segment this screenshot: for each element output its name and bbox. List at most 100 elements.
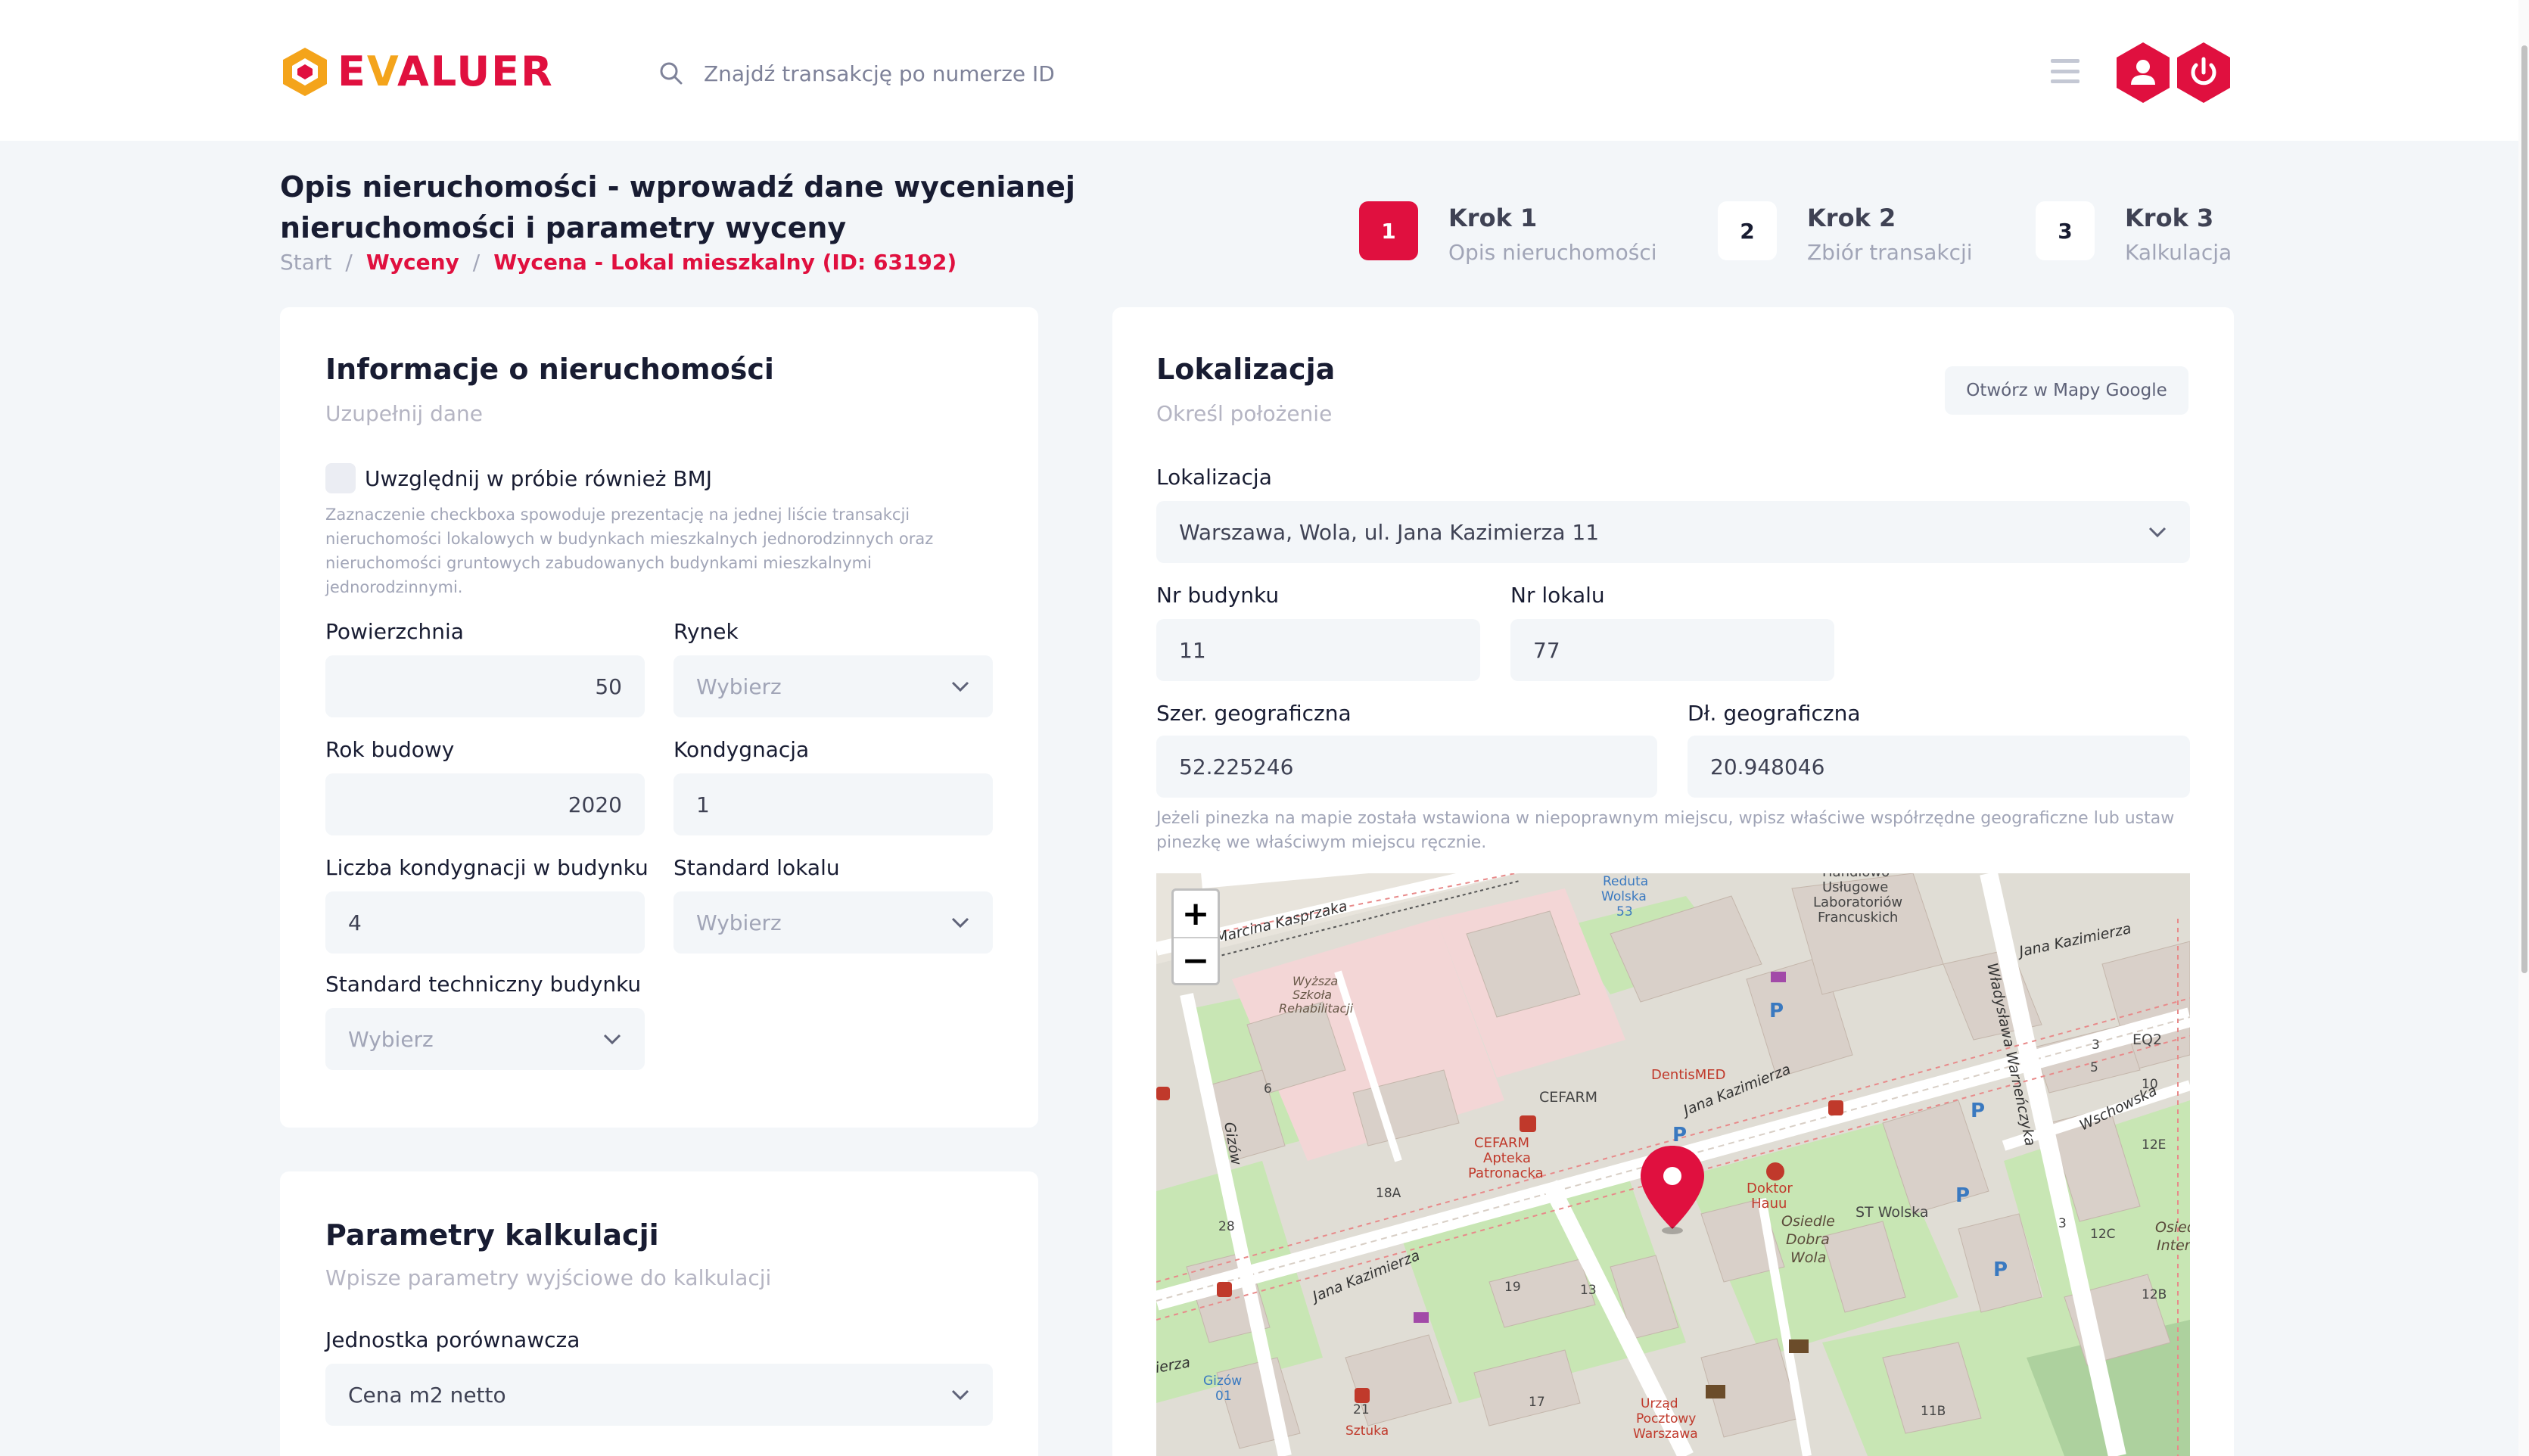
- svg-text:EQ2: EQ2: [2132, 1031, 2162, 1048]
- year-value: 2020: [568, 792, 622, 817]
- svg-text:Patronacka: Patronacka: [1468, 1165, 1544, 1181]
- step-3-subtitle: Kalkulacja: [2125, 240, 2232, 265]
- property-info-subtitle: Uzupełnij dane: [325, 401, 484, 426]
- svg-text:5: 5: [2090, 1060, 2098, 1075]
- floors-count-input[interactable]: 4: [325, 891, 645, 954]
- map-zoom-control: + −: [1171, 888, 1220, 985]
- unit-number-value: 77: [1533, 637, 1560, 663]
- longitude-value: 20.948046: [1710, 754, 1825, 779]
- svg-text:01: 01: [1215, 1389, 1232, 1404]
- step-2-title: Krok 2: [1807, 204, 1896, 232]
- svg-text:12B: 12B: [2142, 1287, 2167, 1302]
- location-select[interactable]: Warszawa, Wola, ul. Jana Kazimierza 11: [1156, 501, 2190, 563]
- logo[interactable]: EVALUER: [280, 45, 554, 98]
- svg-text:Osiedle: Osiedle: [1781, 1213, 1835, 1230]
- svg-text:Pocztowy: Pocztowy: [1636, 1411, 1696, 1426]
- calc-params-subtitle: Wpisze parametry wyjściowe do kalkulacji: [325, 1265, 772, 1290]
- standard-value: Wybierz: [696, 910, 782, 935]
- breadcrumb-current[interactable]: Wycena - Lokal mieszkalny (ID: 63192): [493, 250, 957, 275]
- latitude-label: Szer. geograficzna: [1156, 701, 1352, 726]
- step-1-subtitle: Opis nieruchomości: [1448, 240, 1657, 265]
- breadcrumb-valuations[interactable]: Wyceny: [366, 250, 459, 275]
- standard-select[interactable]: Wybierz: [673, 891, 993, 954]
- breadcrumb: Start / Wyceny / Wycena - Lokal mieszkal…: [280, 250, 957, 275]
- user-profile-icon[interactable]: [2114, 41, 2172, 104]
- search-bar[interactable]: [658, 54, 1339, 92]
- svg-text:19: 19: [1504, 1280, 1521, 1295]
- breadcrumb-separator: /: [345, 250, 353, 275]
- latitude-input[interactable]: 52.225246: [1156, 736, 1657, 798]
- building-number-label: Nr budynku: [1156, 583, 1280, 608]
- search-input[interactable]: [704, 61, 1324, 86]
- location-value: Warszawa, Wola, ul. Jana Kazimierza 11: [1179, 519, 1600, 545]
- open-google-maps-button[interactable]: Otwórz w Mapy Google: [1945, 366, 2188, 415]
- menu-icon[interactable]: [2051, 59, 2080, 83]
- svg-text:DentisMED: DentisMED: [1651, 1067, 1726, 1083]
- standard-label: Standard lokalu: [673, 855, 840, 880]
- step-1-number: 1: [1359, 201, 1418, 260]
- comparison-unit-label: Jednostka porównawcza: [325, 1327, 580, 1352]
- step-1[interactable]: 1 Krok 1 Opis nieruchomości: [1359, 201, 1657, 268]
- longitude-label: Dł. geograficzna: [1688, 701, 1861, 726]
- svg-text:Wola: Wola: [1790, 1249, 1826, 1266]
- location-title: Lokalizacja: [1156, 353, 1336, 386]
- power-icon[interactable]: [2175, 41, 2232, 104]
- svg-text:12C: 12C: [2090, 1227, 2116, 1242]
- svg-text:Doktor: Doktor: [1747, 1181, 1793, 1196]
- svg-text:28: 28: [1218, 1219, 1235, 1234]
- svg-text:Rehabilitacji: Rehabilitacji: [1279, 1001, 1354, 1016]
- bmj-checkbox[interactable]: [325, 463, 356, 493]
- svg-text:Sztuka: Sztuka: [1345, 1423, 1389, 1439]
- location-subtitle: Określ położenie: [1156, 401, 1333, 426]
- floor-input[interactable]: 1: [673, 773, 993, 835]
- floor-value: 1: [696, 792, 710, 817]
- logo-hexagon-icon: [283, 48, 327, 96]
- year-input[interactable]: 2020: [325, 773, 645, 835]
- comparison-unit-select[interactable]: Cena m2 netto: [325, 1364, 993, 1426]
- market-label: Rynek: [673, 619, 739, 644]
- svg-text:ST Wolska: ST Wolska: [1856, 1204, 1929, 1221]
- floor-label: Kondygnacja: [673, 737, 810, 762]
- step-3[interactable]: 3 Krok 3 Kalkulacja: [2036, 201, 2232, 268]
- svg-text:Laboratoriów: Laboratoriów: [1813, 894, 1902, 910]
- zoom-in-button[interactable]: +: [1174, 891, 1218, 937]
- step-2[interactable]: 2 Krok 2 Zbiór transakcji: [1718, 201, 1973, 268]
- svg-text:Osiedl: Osiedl: [2155, 1219, 2190, 1236]
- step-2-subtitle: Zbiór transakcji: [1807, 240, 1973, 265]
- unit-number-input[interactable]: 77: [1510, 619, 1834, 681]
- svg-text:Szkoła: Szkoła: [1292, 988, 1332, 1002]
- area-input[interactable]: 50: [325, 655, 645, 717]
- scrollbar-thumb[interactable]: [2521, 45, 2527, 973]
- step-3-title: Krok 3: [2125, 204, 2214, 232]
- breadcrumb-start[interactable]: Start: [280, 250, 331, 275]
- year-label: Rok budowy: [325, 737, 455, 762]
- market-select[interactable]: Wybierz: [673, 655, 993, 717]
- building-number-input[interactable]: 11: [1156, 619, 1480, 681]
- map[interactable]: Marcina Kasprzaka Reduta Wolska 53 Handl…: [1156, 873, 2190, 1456]
- property-info-card: [280, 307, 1038, 1128]
- property-info-title: Informacje o nieruchomości: [325, 353, 774, 386]
- svg-text:CEFARM: CEFARM: [1539, 1089, 1597, 1106]
- tech-standard-label: Standard techniczny budynku: [325, 972, 642, 997]
- area-value: 50: [595, 674, 622, 699]
- area-label: Powierzchnia: [325, 619, 464, 644]
- svg-text:6: 6: [1264, 1081, 1272, 1097]
- svg-text:P: P: [1993, 1258, 2008, 1281]
- tech-standard-select[interactable]: Wybierz: [325, 1008, 645, 1070]
- tech-standard-value: Wybierz: [348, 1026, 434, 1052]
- svg-text:3: 3: [2092, 1038, 2100, 1053]
- svg-text:Reduta: Reduta: [1603, 874, 1648, 889]
- comparison-unit-value: Cena m2 netto: [348, 1382, 506, 1408]
- svg-text:P: P: [1672, 1124, 1687, 1146]
- floors-count-value: 4: [348, 910, 362, 935]
- step-2-number: 2: [1718, 201, 1777, 260]
- zoom-out-button[interactable]: −: [1174, 937, 1218, 983]
- unit-number-label: Nr lokalu: [1510, 583, 1605, 608]
- svg-text:Intens: Intens: [2157, 1237, 2190, 1254]
- svg-text:Warszawa: Warszawa: [1633, 1426, 1698, 1442]
- svg-text:Wyższa: Wyższa: [1292, 974, 1338, 988]
- longitude-input[interactable]: 20.948046: [1688, 736, 2190, 798]
- bmj-label: Uwzględnij w próbie również BMJ: [365, 466, 713, 491]
- search-icon: [660, 62, 683, 85]
- svg-text:P: P: [1955, 1184, 1970, 1207]
